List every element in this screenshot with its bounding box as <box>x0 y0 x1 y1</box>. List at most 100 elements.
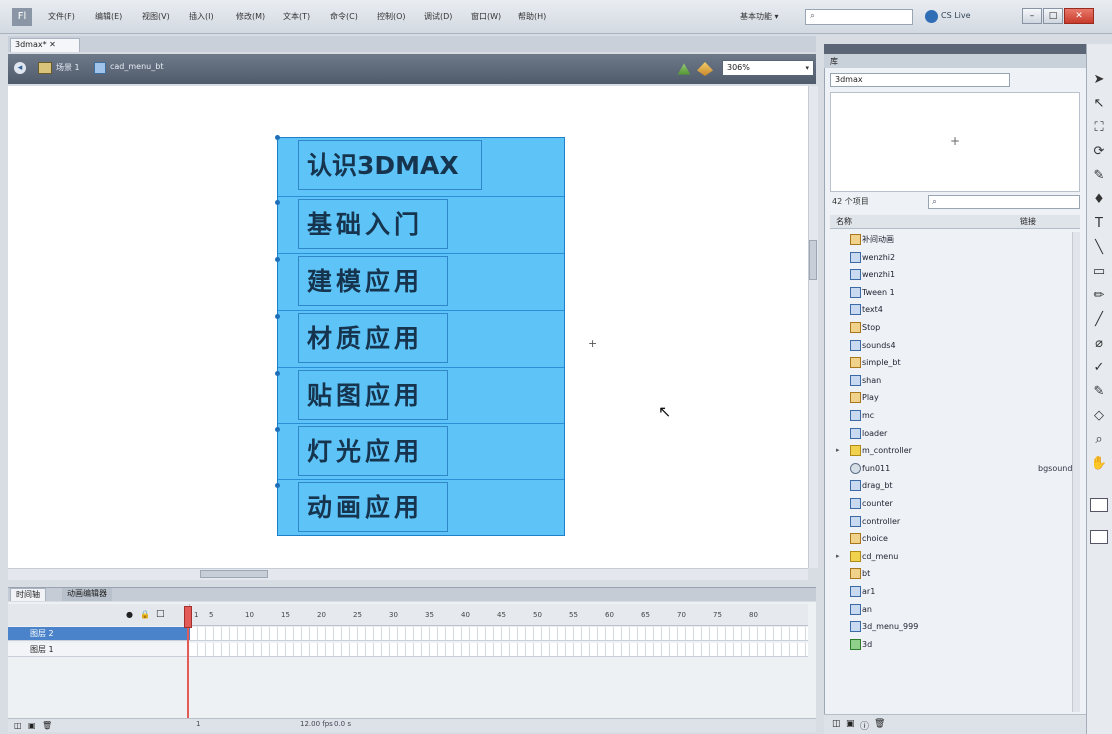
selection-handle[interactable] <box>275 371 280 376</box>
hand-tool-icon[interactable]: ✋ <box>1090 456 1108 471</box>
free-transform-tool-icon[interactable]: ⛶ <box>1090 120 1108 135</box>
breadcrumb-symbol[interactable]: cad_menu_bt <box>110 62 163 71</box>
expand-arrow-icon[interactable]: ▸ <box>836 548 840 565</box>
library-item[interactable]: text4 <box>832 301 1072 318</box>
eraser-tool-icon[interactable]: ◇ <box>1090 408 1108 423</box>
library-item[interactable]: choice <box>832 530 1072 547</box>
menu-row[interactable]: 动画应用 <box>278 479 564 535</box>
library-item[interactable]: 3d_menu_999 <box>832 618 1072 635</box>
eye-icon[interactable]: ● <box>126 610 133 619</box>
library-item[interactable]: ar1 <box>832 583 1072 600</box>
menu-edit[interactable]: 编辑(E) <box>95 11 122 22</box>
library-document-select[interactable]: 3dmax <box>830 73 1010 87</box>
menu-button-lighting[interactable]: 灯光应用 <box>298 426 448 476</box>
selection-tool-icon[interactable]: ➤ <box>1090 72 1108 87</box>
fill-color-swatch[interactable] <box>1090 530 1108 544</box>
brush-tool-icon[interactable]: ╱ <box>1090 312 1108 327</box>
zoom-select[interactable]: 306% ▾ <box>722 60 814 76</box>
outline-icon[interactable]: □ <box>156 609 165 619</box>
menu-insert[interactable]: 插入(I) <box>189 11 214 22</box>
paint-bucket-tool-icon[interactable]: ✎ <box>1090 384 1108 399</box>
menu-button-modeling[interactable]: 建模应用 <box>298 256 448 306</box>
menu-row[interactable]: 贴图应用 <box>278 367 564 423</box>
menu-button-materials[interactable]: 材质应用 <box>298 313 448 363</box>
menu-symbol[interactable]: 认识3DMAX 基础入门 建模应用 材质应用 贴图应用 灯光应用 动画应用 <box>277 137 565 536</box>
library-item[interactable]: wenzhi2 <box>832 249 1072 266</box>
library-item[interactable]: shan <box>832 372 1072 389</box>
new-folder-icon[interactable]: ▣ <box>846 719 855 729</box>
stage-horizontal-scrollbar[interactable] <box>8 568 808 580</box>
library-item[interactable]: drag_bt <box>832 477 1072 494</box>
selection-handle[interactable] <box>275 135 280 140</box>
menu-debug[interactable]: 调试(D) <box>424 11 452 22</box>
help-search-input[interactable]: ⌕ <box>805 9 913 25</box>
back-arrow-icon[interactable]: ◂ <box>14 62 26 74</box>
stroke-color-swatch[interactable] <box>1090 498 1108 512</box>
menu-text[interactable]: 文本(T) <box>283 11 310 22</box>
close-button[interactable]: ✕ <box>1064 8 1094 24</box>
stage-horizontal-scroll-thumb[interactable] <box>200 570 268 578</box>
selection-handle[interactable] <box>275 314 280 319</box>
cs-live-icon[interactable] <box>925 10 938 23</box>
zoom-tool-icon[interactable]: ⌕ <box>1090 432 1108 447</box>
deco-tool-icon[interactable]: ⌀ <box>1090 336 1108 351</box>
stage-vertical-scrollbar[interactable] <box>808 86 818 568</box>
library-item[interactable]: fun011 bgsound <box>832 460 1072 477</box>
menu-row[interactable]: 灯光应用 <box>278 423 564 479</box>
menu-help[interactable]: 帮助(H) <box>518 11 546 22</box>
frame-rate[interactable]: 12.00 fps <box>300 720 333 728</box>
lock-icon[interactable]: 🔒 <box>140 610 150 619</box>
library-search-input[interactable]: ⌕ <box>928 195 1080 209</box>
menu-button-animation[interactable]: 动画应用 <box>298 482 448 532</box>
column-linkage[interactable]: 链接 <box>1020 216 1036 227</box>
menu-button-textures[interactable]: 贴图应用 <box>298 370 448 420</box>
library-item[interactable]: bt <box>832 565 1072 582</box>
breadcrumb-scene[interactable]: 场景 1 <box>56 62 80 73</box>
selection-handle[interactable] <box>275 200 280 205</box>
delete-layer-icon[interactable]: 🗑 <box>42 721 52 730</box>
new-layer-icon[interactable]: ◫ <box>14 721 22 730</box>
new-folder-icon[interactable]: ▣ <box>28 721 36 730</box>
layer-row-1[interactable]: 图层 1 <box>8 643 190 657</box>
cs-live-label[interactable]: CS Live <box>941 11 971 20</box>
properties-icon[interactable]: ⓘ <box>860 719 869 732</box>
maximize-button[interactable]: □ <box>1043 8 1063 24</box>
library-item[interactable]: an <box>832 601 1072 618</box>
selection-handle[interactable] <box>275 257 280 262</box>
expand-arrow-icon[interactable]: ▸ <box>836 442 840 459</box>
library-scrollbar[interactable] <box>1072 232 1080 712</box>
library-item[interactable]: wenzhi1 <box>832 266 1072 283</box>
minimize-button[interactable]: – <box>1022 8 1042 24</box>
lasso-tool-icon[interactable]: ✎ <box>1090 168 1108 183</box>
menu-button-basics[interactable]: 基础入门 <box>298 199 448 249</box>
library-item[interactable]: Play <box>832 389 1072 406</box>
pen-tool-icon[interactable]: ♦ <box>1090 192 1108 207</box>
delete-icon[interactable]: 🗑 <box>874 719 885 729</box>
menu-control[interactable]: 控制(O) <box>377 11 406 22</box>
3d-rotation-tool-icon[interactable]: ⟳ <box>1090 144 1108 159</box>
menu-commands[interactable]: 命令(C) <box>330 11 358 22</box>
menu-view[interactable]: 视图(V) <box>142 11 170 22</box>
stage-vertical-scroll-thumb[interactable] <box>809 240 817 280</box>
playhead[interactable] <box>184 606 192 628</box>
layer-row-2[interactable]: 图层 2 <box>8 627 190 641</box>
library-item[interactable]: counter <box>832 495 1072 512</box>
menu-row[interactable]: 建模应用 <box>278 253 564 310</box>
library-item[interactable]: Tween 1 <box>832 284 1072 301</box>
menu-row[interactable]: 认识3DMAX <box>278 138 564 196</box>
pencil-tool-icon[interactable]: ✏ <box>1090 288 1108 303</box>
menu-file[interactable]: 文件(F) <box>48 11 75 22</box>
menu-row[interactable]: 基础入门 <box>278 196 564 253</box>
line-tool-icon[interactable]: ╲ <box>1090 240 1108 255</box>
tab-motion-editor[interactable]: 动画编辑器 <box>62 588 112 601</box>
library-item[interactable]: 3d <box>832 636 1072 653</box>
text-tool-icon[interactable]: T <box>1090 216 1108 231</box>
workspace-dropdown[interactable]: 基本功能 ▾ <box>736 9 783 25</box>
document-tab[interactable]: 3dmax* ✕ <box>10 38 80 52</box>
library-item[interactable]: sounds4 <box>832 337 1072 354</box>
library-item[interactable]: 补间动画 <box>832 231 1072 248</box>
frame-row[interactable] <box>190 643 808 657</box>
selection-handle[interactable] <box>275 483 280 488</box>
library-item[interactable]: loader <box>832 425 1072 442</box>
menu-modify[interactable]: 修改(M) <box>236 11 265 22</box>
